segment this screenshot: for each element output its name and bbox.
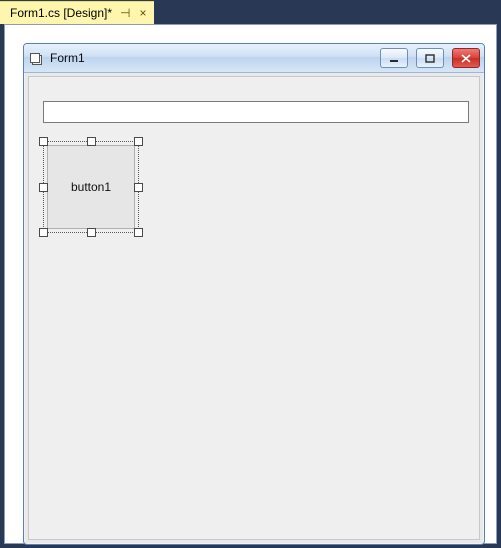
button1-label: button1 xyxy=(71,180,111,194)
form-icon xyxy=(30,51,44,65)
resize-handle-l[interactable] xyxy=(39,183,48,192)
resize-handle-r[interactable] xyxy=(134,183,143,192)
document-tab-form1[interactable]: Form1.cs [Design]* ⊣ × xyxy=(0,1,154,24)
form-titlebar[interactable]: Form1 xyxy=(24,44,484,73)
visual-studio-designer-viewport: Form1.cs [Design]* ⊣ × Form1 xyxy=(0,0,501,548)
textbox1[interactable] xyxy=(43,101,469,123)
resize-handle-tr[interactable] xyxy=(134,137,143,146)
resize-handle-bl[interactable] xyxy=(39,228,48,237)
resize-handle-tl[interactable] xyxy=(39,137,48,146)
pin-icon[interactable]: ⊣ xyxy=(120,6,130,20)
resize-handle-br[interactable] xyxy=(134,228,143,237)
designer-canvas[interactable]: Form1 xyxy=(5,25,496,543)
close-button[interactable] xyxy=(452,48,480,68)
designer-frame: Form1 xyxy=(4,24,497,544)
button1[interactable]: button1 xyxy=(47,145,135,229)
form-window[interactable]: Form1 xyxy=(23,43,485,545)
document-tab-strip: Form1.cs [Design]* ⊣ × xyxy=(0,0,501,24)
close-tab-icon[interactable]: × xyxy=(138,6,148,20)
resize-handle-t[interactable] xyxy=(87,137,96,146)
maximize-icon xyxy=(425,54,435,63)
form-client-area[interactable]: button1 xyxy=(28,76,480,540)
document-tab-label: Form1.cs [Design]* xyxy=(10,6,112,20)
minimize-icon xyxy=(389,54,399,62)
maximize-button[interactable] xyxy=(416,48,444,68)
form-title: Form1 xyxy=(50,51,85,65)
resize-handle-b[interactable] xyxy=(87,228,96,237)
button1-selection[interactable]: button1 xyxy=(43,141,139,233)
close-icon xyxy=(461,54,471,63)
minimize-button[interactable] xyxy=(380,48,408,68)
